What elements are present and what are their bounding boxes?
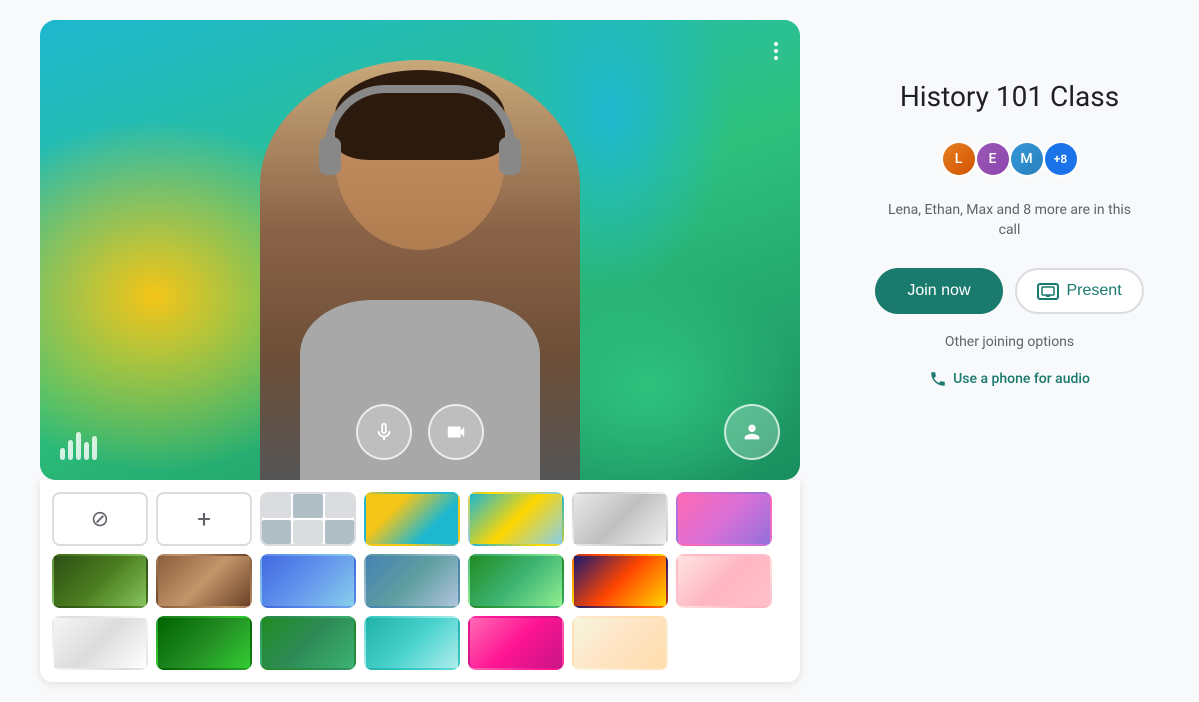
join-now-button[interactable]: Join now [875, 268, 1002, 314]
camera-icon [445, 421, 467, 443]
background-option-sunset[interactable] [468, 554, 564, 608]
main-container: ⊘ + [0, 0, 1199, 702]
avatar-lena: L [941, 141, 977, 177]
background-option-purple[interactable] [676, 492, 772, 546]
background-option-sky[interactable] [468, 492, 564, 546]
phone-audio-link[interactable]: Use a phone for audio [929, 370, 1090, 388]
blur-cell [293, 520, 322, 544]
background-option-forest-path[interactable] [364, 616, 460, 670]
background-option-beach[interactable] [52, 554, 148, 608]
screen-icon-svg [1041, 286, 1055, 297]
present-screen-icon [1037, 283, 1059, 300]
avatar-count-img: +8 [1045, 143, 1077, 175]
phone-icon [929, 370, 947, 388]
blur-grid [262, 494, 354, 544]
headphone-left [319, 137, 341, 175]
phone-audio-label: Use a phone for audio [953, 371, 1090, 387]
avatar-max: M [1009, 141, 1045, 177]
avatar-lena-img: L [943, 143, 975, 175]
bg-row-2 [52, 554, 788, 608]
left-panel: ⊘ + [40, 20, 800, 682]
person-head [335, 70, 505, 250]
present-label: Present [1067, 282, 1122, 300]
dot [774, 49, 778, 53]
blur-cell [262, 520, 291, 544]
bg-row-3 [52, 616, 788, 670]
video-preview [40, 20, 800, 480]
mic-icon [373, 421, 395, 443]
background-selector: ⊘ + [40, 480, 800, 682]
dot [774, 42, 778, 46]
participants-row: L E M +8 [941, 141, 1079, 177]
camera-button[interactable] [428, 404, 484, 460]
audio-bar [60, 448, 65, 460]
background-option-fireworks[interactable] [676, 554, 772, 608]
background-option-arch[interactable] [572, 492, 668, 546]
none-icon: ⊘ [91, 507, 109, 532]
headphones [325, 85, 515, 145]
blur-cell [325, 520, 354, 544]
more-options-button[interactable] [768, 36, 784, 66]
audio-bar [92, 436, 97, 460]
background-option-horses[interactable] [156, 554, 252, 608]
other-options-label: Other joining options [945, 334, 1074, 350]
blur-cell [262, 494, 291, 518]
avatar-count: +8 [1043, 141, 1079, 177]
person-background-icon [741, 421, 763, 443]
background-option-room[interactable] [572, 554, 668, 608]
right-panel: History 101 Class L E M +8 Lena, Ethan, … [860, 20, 1159, 388]
background-change-button[interactable] [724, 404, 780, 460]
background-option-flowers[interactable] [52, 616, 148, 670]
background-option-teal[interactable] [468, 616, 564, 670]
audio-indicator [60, 432, 97, 460]
present-button[interactable]: Present [1015, 268, 1144, 314]
background-option-green-forest[interactable] [260, 616, 356, 670]
dot [774, 56, 778, 60]
add-background-option[interactable]: + [156, 492, 252, 546]
headphone-right [499, 137, 521, 175]
blur-cell [293, 494, 322, 518]
background-option-green-art[interactable] [260, 554, 356, 608]
avatar-ethan: E [975, 141, 1011, 177]
blur-cell [325, 494, 354, 518]
blur-background-option[interactable] [260, 492, 356, 546]
add-icon: + [197, 505, 211, 533]
avatar-max-img: M [1011, 143, 1043, 175]
audio-bar [68, 440, 73, 460]
audio-bar [84, 442, 89, 460]
bg-row-1: ⊘ + [52, 492, 788, 546]
meeting-title: History 101 Class [900, 80, 1119, 113]
background-option-interior[interactable] [156, 616, 252, 670]
bg-option-empty [676, 616, 772, 670]
no-background-option[interactable]: ⊘ [52, 492, 148, 546]
audio-bar [76, 432, 81, 460]
participants-text: Lena, Ethan, Max and 8 more are in this … [880, 201, 1140, 240]
background-option-colorful[interactable] [364, 492, 460, 546]
background-option-pink[interactable] [572, 616, 668, 670]
mic-button[interactable] [356, 404, 412, 460]
background-option-library[interactable] [364, 554, 460, 608]
actions-row: Join now Present [875, 268, 1143, 314]
avatar-ethan-img: E [977, 143, 1009, 175]
video-controls [356, 404, 484, 460]
